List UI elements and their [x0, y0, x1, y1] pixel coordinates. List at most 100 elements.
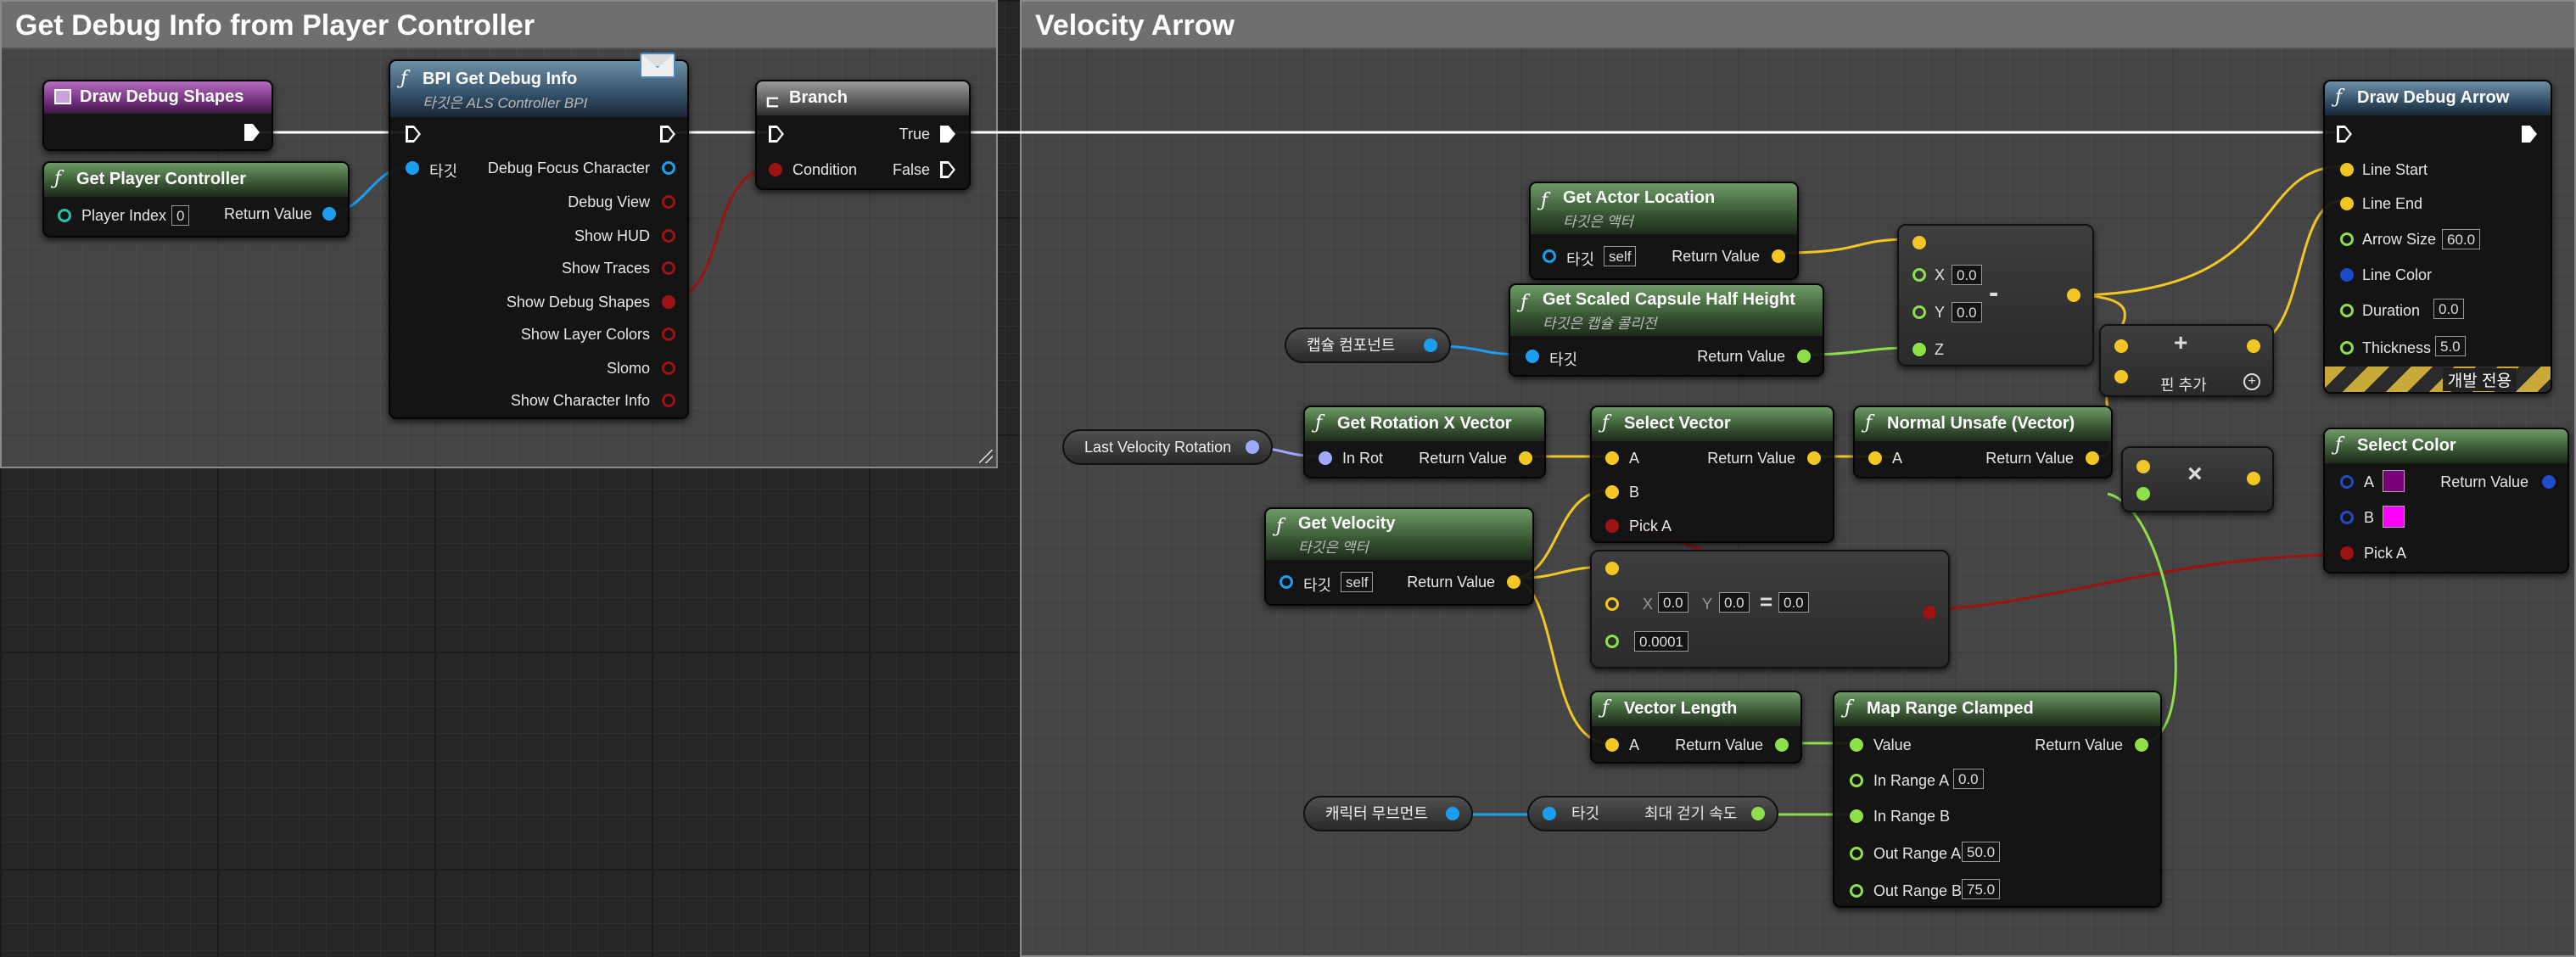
return-value-pin[interactable]: [1807, 451, 1821, 465]
condition-pin[interactable]: [769, 163, 782, 176]
variable-output-pin[interactable]: [1424, 339, 1437, 352]
comment-title[interactable]: Get Debug Info from Player Controller: [2, 2, 996, 49]
get-actor-location-node[interactable]: ƒ Get Actor Location 타깃은 액터 타깃 self Retu…: [1529, 182, 1799, 280]
b-pin[interactable]: [1605, 485, 1619, 499]
get-player-controller-node[interactable]: ƒ Get Player Controller Player Index 0 R…: [42, 161, 350, 238]
x-value-field[interactable]: 0.0: [1658, 592, 1688, 613]
thickness-pin[interactable]: [2340, 341, 2354, 355]
return-value-pin[interactable]: [2542, 475, 2556, 489]
character-movement-variable[interactable]: 캐릭터 무브먼트: [1303, 796, 1473, 831]
debug-view-pin[interactable]: [662, 195, 675, 209]
in-range-b-pin[interactable]: [1850, 809, 1863, 823]
target-self-field[interactable]: self: [1604, 246, 1637, 266]
multiply-input-a-pin[interactable]: [2136, 460, 2150, 473]
draw-debug-shapes-node[interactable]: Draw Debug Shapes: [42, 80, 273, 151]
in-range-a-pin[interactable]: [1850, 774, 1863, 787]
exec-in-pin[interactable]: [2337, 126, 2352, 143]
add-input-b-pin[interactable]: [2114, 370, 2128, 383]
return-value-pin[interactable]: [1797, 350, 1811, 363]
x-pin[interactable]: [1912, 268, 1926, 282]
pick-a-pin[interactable]: [2340, 546, 2354, 560]
branch-node[interactable]: ⊏ Branch True Condition False: [755, 80, 971, 190]
a-pin[interactable]: [1605, 451, 1619, 465]
target-pin[interactable]: [1543, 807, 1556, 820]
target-pin[interactable]: [1280, 575, 1293, 589]
y-pin[interactable]: [1912, 305, 1926, 319]
pick-a-pin[interactable]: [1605, 519, 1619, 533]
return-value-pin[interactable]: [1775, 738, 1789, 752]
tolerance-field[interactable]: 0.0001: [1634, 631, 1688, 652]
target-pin[interactable]: [1526, 350, 1539, 363]
slomo-pin[interactable]: [662, 361, 675, 375]
compare-output-pin[interactable]: [1923, 606, 1936, 619]
target-pin[interactable]: [1543, 249, 1556, 263]
target-pin[interactable]: [406, 161, 419, 175]
duration-pin[interactable]: [2340, 304, 2354, 317]
max-walk-speed-output-pin[interactable]: [1751, 807, 1765, 820]
map-range-clamped-node[interactable]: ƒ Map Range Clamped Value Return Value I…: [1833, 691, 2162, 908]
show-hud-pin[interactable]: [662, 229, 675, 243]
debug-focus-character-pin[interactable]: [662, 161, 675, 175]
true-exec-pin[interactable]: [940, 126, 955, 143]
vector-multiply-node[interactable]: ×: [2121, 446, 2274, 512]
return-value-pin[interactable]: [1507, 575, 1520, 589]
exec-in-pin[interactable]: [406, 126, 421, 143]
get-rotation-x-vector-node[interactable]: ƒ Get Rotation X Vector In Rot Return Va…: [1303, 406, 1546, 478]
add-output-pin[interactable]: [2247, 339, 2260, 353]
target-self-field[interactable]: self: [1341, 572, 1374, 592]
return-value-pin[interactable]: [1519, 451, 1532, 465]
variable-output-pin[interactable]: [1446, 807, 1459, 820]
false-exec-pin[interactable]: [940, 161, 955, 178]
add-input-a-pin[interactable]: [2114, 339, 2128, 353]
y-value-field[interactable]: 0.0: [1952, 302, 1982, 322]
out-range-a-pin[interactable]: [1850, 847, 1863, 860]
vector-add-node[interactable]: + 핀 추가 +: [2099, 324, 2274, 397]
variable-output-pin[interactable]: [1246, 440, 1259, 454]
select-vector-node[interactable]: ƒ Select Vector A Return Value B Pick A: [1590, 406, 1834, 543]
show-debug-shapes-pin[interactable]: [662, 295, 675, 309]
max-walk-speed-getter[interactable]: 타깃 최대 걷기 속도: [1527, 796, 1778, 831]
a-pin[interactable]: [1605, 738, 1619, 752]
line-start-pin[interactable]: [2340, 163, 2354, 176]
get-scaled-capsule-half-height-node[interactable]: ƒ Get Scaled Capsule Half Height 타깃은 캡슐 …: [1509, 283, 1824, 377]
compare-a-pin[interactable]: [1605, 562, 1619, 575]
resize-grip-icon[interactable]: [979, 450, 993, 463]
vector-equal-node[interactable]: X 0.0 Y 0.0 = 0.0 0.0001: [1590, 550, 1950, 669]
return-value-pin[interactable]: [2135, 738, 2148, 752]
compare-b-pin[interactable]: [1605, 597, 1619, 611]
vector-a-pin[interactable]: [1912, 236, 1926, 249]
vector-length-node[interactable]: ƒ Vector Length A Return Value: [1590, 691, 1802, 764]
line-end-pin[interactable]: [2340, 197, 2354, 210]
value-pin[interactable]: [1850, 738, 1863, 752]
z-value-field[interactable]: 0.0: [1778, 592, 1809, 613]
show-layer-colors-pin[interactable]: [662, 327, 675, 341]
arrow-size-field[interactable]: 60.0: [2442, 229, 2481, 249]
vector-subtract-node[interactable]: X 0.0 Y 0.0 Z -: [1897, 224, 2094, 367]
player-index-field[interactable]: 0: [171, 205, 190, 226]
out-range-b-field[interactable]: 75.0: [1962, 879, 2001, 899]
in-range-a-field[interactable]: 0.0: [1953, 769, 1984, 789]
color-a-swatch[interactable]: [2383, 470, 2405, 492]
add-pin-label[interactable]: 핀 추가: [2160, 373, 2207, 395]
line-color-pin[interactable]: [2340, 268, 2354, 282]
exec-out-pin[interactable]: [244, 124, 260, 141]
out-range-b-pin[interactable]: [1850, 884, 1863, 898]
select-color-node[interactable]: ƒ Select Color A Return Value B Pick A: [2323, 428, 2569, 574]
out-range-a-field[interactable]: 50.0: [1962, 842, 2001, 862]
thickness-field[interactable]: 5.0: [2435, 336, 2466, 356]
exec-in-pin[interactable]: [769, 126, 784, 143]
comment-title[interactable]: Velocity Arrow: [1022, 2, 2574, 49]
y-value-field[interactable]: 0.0: [1719, 592, 1750, 613]
add-pin-icon[interactable]: +: [2243, 373, 2260, 390]
exec-out-pin[interactable]: [660, 126, 675, 143]
tolerance-pin[interactable]: [1605, 635, 1619, 648]
show-traces-pin[interactable]: [662, 261, 675, 275]
bpi-get-debug-info-node[interactable]: ƒ BPI Get Debug Info 타깃은 ALS Controller …: [389, 53, 689, 419]
return-value-pin[interactable]: [322, 207, 336, 221]
in-rot-pin[interactable]: [1319, 451, 1332, 465]
get-velocity-node[interactable]: ƒ Get Velocity 타깃은 액터 타깃 self Return Val…: [1264, 507, 1534, 606]
show-character-info-pin[interactable]: [662, 394, 675, 407]
return-value-pin[interactable]: [1772, 249, 1785, 263]
a-pin[interactable]: [1868, 451, 1882, 465]
vector-output-pin[interactable]: [2067, 288, 2080, 302]
